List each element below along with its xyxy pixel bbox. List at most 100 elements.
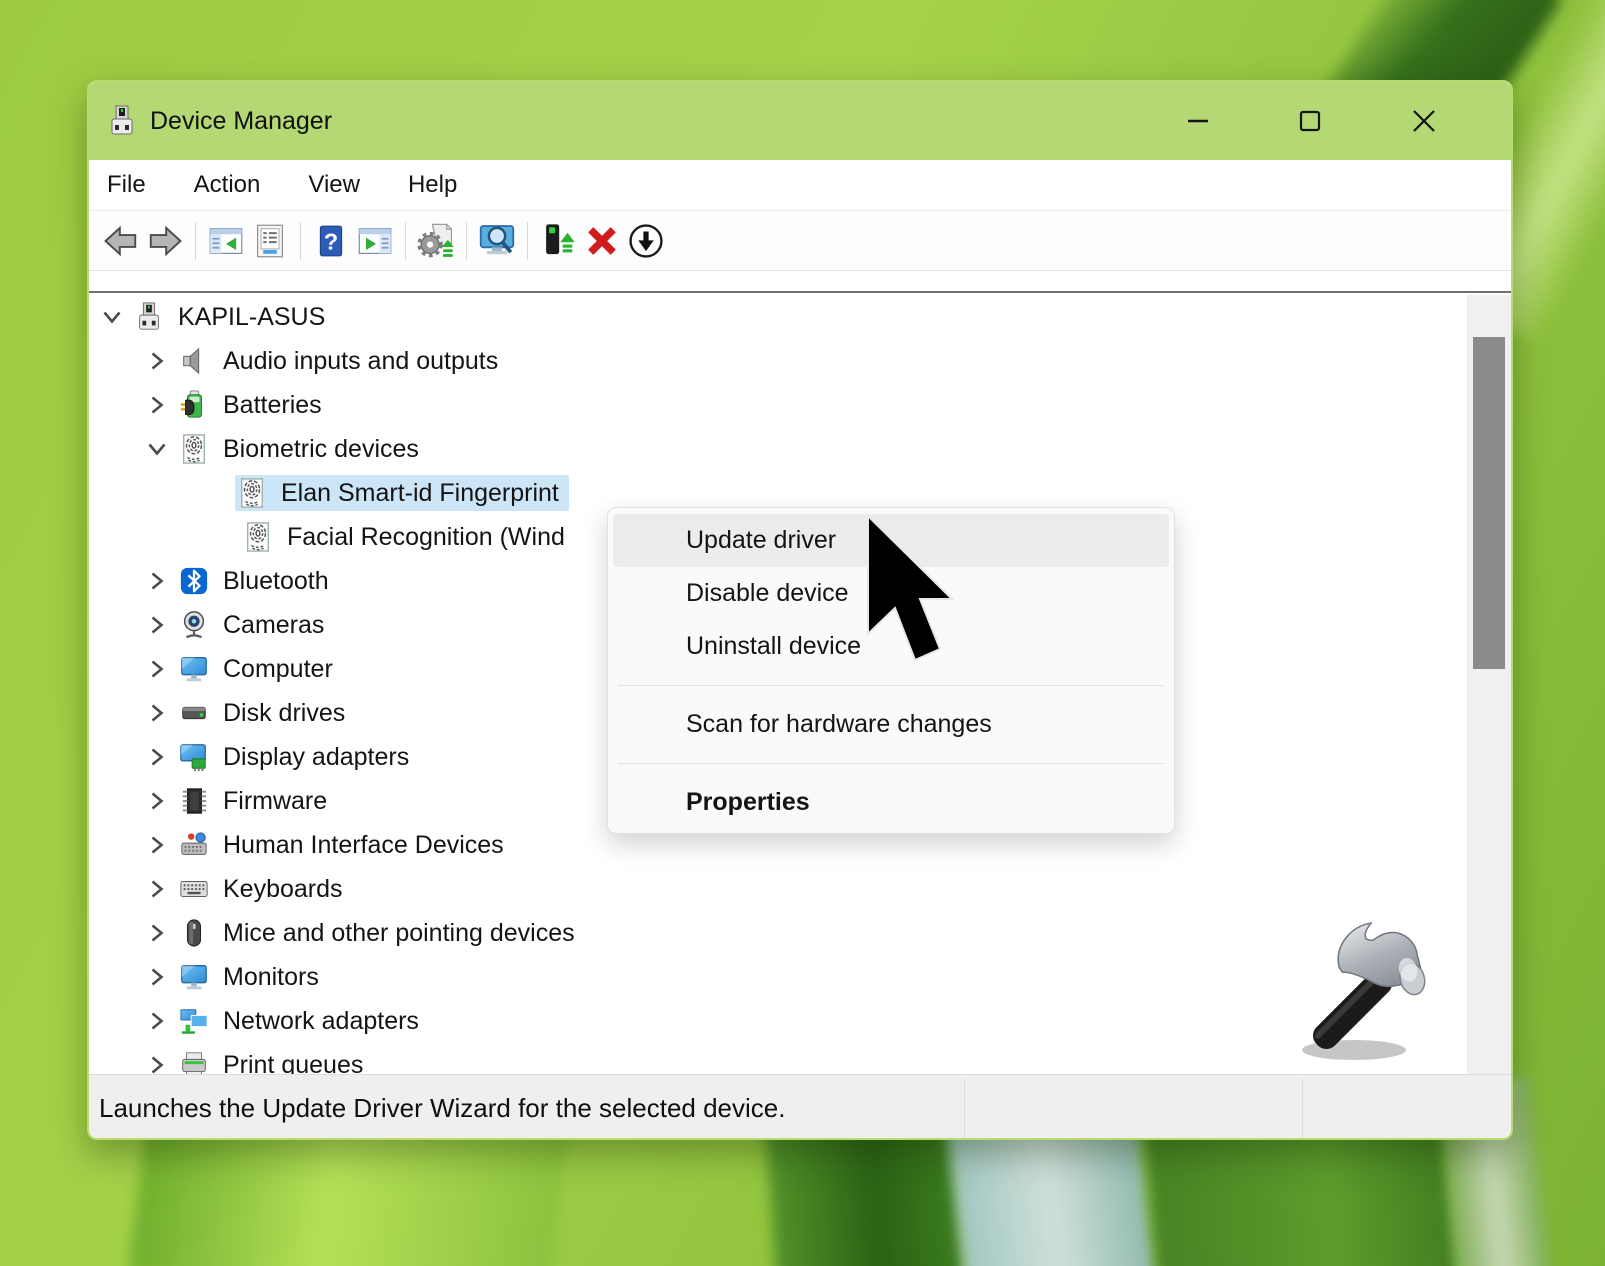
title-bar[interactable]: Device Manager [89, 82, 1511, 160]
hammer-logo [1292, 912, 1432, 1062]
chevron-right-icon[interactable] [143, 1007, 171, 1035]
disable-device-button[interactable] [624, 219, 668, 263]
tree-item-label: Elan Smart-id Fingerprint [281, 479, 559, 508]
tree-item-computer-root[interactable]: KAPIL-ASUS [89, 295, 1465, 339]
disk-icon [179, 698, 209, 728]
device-manager-window: Device Manager File Action View Help [87, 80, 1513, 1140]
toolbar-separator [300, 222, 301, 260]
show-console-tree-button[interactable] [204, 219, 248, 263]
update-driver-software-button[interactable] [414, 219, 458, 263]
uninstall-device-button[interactable] [580, 219, 624, 263]
context-menu-scan-hardware[interactable]: Scan for hardware changes [613, 698, 1169, 751]
properties-panel-icon [252, 223, 288, 259]
device-update-icon [539, 222, 577, 260]
console-tree-icon [208, 223, 244, 259]
chevron-right-icon[interactable] [143, 655, 171, 683]
update-driver-gear-icon [417, 222, 455, 260]
tree-item-mice[interactable]: Mice and other pointing devices [89, 911, 1465, 955]
chevron-right-icon[interactable] [143, 1051, 171, 1074]
scrollbar-thumb[interactable] [1473, 337, 1505, 669]
update-device-driver-button[interactable] [536, 219, 580, 263]
show-action-pane-button[interactable] [353, 219, 397, 263]
fingerprint-icon [179, 434, 209, 464]
statusbar-separator [964, 1079, 965, 1138]
back-button[interactable] [99, 219, 143, 263]
audio-icon [179, 346, 209, 376]
context-menu-properties[interactable]: Properties [613, 776, 1169, 829]
chevron-right-icon[interactable] [143, 391, 171, 419]
tree-item-label: Print queues [223, 1051, 363, 1075]
menu-file[interactable]: File [103, 165, 150, 205]
tree-item-label: Disk drives [223, 699, 345, 728]
help-button[interactable] [309, 219, 353, 263]
menu-action[interactable]: Action [190, 165, 265, 205]
selected-item-highlight: Elan Smart-id Fingerprint [235, 475, 569, 511]
forward-button[interactable] [143, 219, 187, 263]
chevron-right-icon[interactable] [143, 919, 171, 947]
tree-item-print-queues[interactable]: Print queues [89, 1043, 1465, 1074]
minimize-button[interactable] [1171, 82, 1225, 160]
tree-item-label: Batteries [223, 391, 322, 420]
scan-hardware-changes-button[interactable] [475, 219, 519, 263]
tree-item-label: Facial Recognition (Wind [287, 523, 565, 552]
tree-item-network-adapters[interactable]: Network adapters [89, 999, 1465, 1043]
properties-panel-button[interactable] [248, 219, 292, 263]
action-pane-icon [357, 223, 393, 259]
chevron-right-icon[interactable] [143, 699, 171, 727]
menu-help[interactable]: Help [404, 165, 461, 205]
maximize-icon [1297, 108, 1323, 134]
tree-item-biometric[interactable]: Biometric devices [89, 427, 1465, 471]
tree-item-keyboards[interactable]: Keyboards [89, 867, 1465, 911]
close-button[interactable] [1397, 82, 1451, 160]
vertical-scrollbar[interactable] [1467, 295, 1511, 1074]
tree-item-label: Audio inputs and outputs [223, 347, 498, 376]
tree-item-label: Keyboards [223, 875, 343, 904]
tree-item-label: Mice and other pointing devices [223, 919, 575, 948]
tree-item-monitors[interactable]: Monitors [89, 955, 1465, 999]
menu-view[interactable]: View [304, 165, 364, 205]
mouse-icon [179, 918, 209, 948]
window-title: Device Manager [150, 107, 332, 136]
chevron-right-icon[interactable] [143, 963, 171, 991]
help-icon [314, 224, 348, 258]
context-menu-separator [618, 763, 1164, 764]
toolbar-gap [89, 271, 1511, 291]
device-manager-app-icon [106, 105, 138, 137]
tree-item-audio[interactable]: Audio inputs and outputs [89, 339, 1465, 383]
network-icon [179, 1006, 209, 1036]
monitor-icon [179, 962, 209, 992]
computer-root-icon [134, 302, 164, 332]
chevron-right-icon[interactable] [143, 787, 171, 815]
tree-item-label: Human Interface Devices [223, 831, 504, 860]
maximize-button[interactable] [1283, 82, 1337, 160]
chevron-down-icon[interactable] [98, 303, 126, 331]
tree-item-label: Monitors [223, 963, 319, 992]
tree-item-label: KAPIL-ASUS [178, 303, 325, 332]
status-text: Launches the Update Driver Wizard for th… [89, 1093, 785, 1124]
tree-item-label: Display adapters [223, 743, 409, 772]
toolbar-separator [405, 222, 406, 260]
display-adapter-icon [179, 742, 209, 772]
cursor-arrow [864, 514, 956, 666]
forward-icon [146, 222, 184, 260]
monitor-icon [179, 654, 209, 684]
chevron-right-icon[interactable] [143, 611, 171, 639]
chevron-right-icon[interactable] [143, 743, 171, 771]
tree-item-label: Bluetooth [223, 567, 329, 596]
keyboard-icon [179, 874, 209, 904]
minimize-icon [1185, 108, 1211, 134]
chevron-down-icon[interactable] [143, 435, 171, 463]
back-icon [102, 222, 140, 260]
chevron-right-icon[interactable] [143, 347, 171, 375]
toolbar-separator [466, 222, 467, 260]
chevron-right-icon[interactable] [143, 567, 171, 595]
firmware-icon [179, 786, 209, 816]
close-icon [1410, 107, 1438, 135]
statusbar-separator [1302, 1079, 1303, 1138]
tree-item-batteries[interactable]: Batteries [89, 383, 1465, 427]
tree-item-label: Biometric devices [223, 435, 419, 464]
menu-bar: File Action View Help [89, 160, 1511, 211]
chevron-right-icon[interactable] [143, 831, 171, 859]
hid-icon [179, 830, 209, 860]
chevron-right-icon[interactable] [143, 875, 171, 903]
